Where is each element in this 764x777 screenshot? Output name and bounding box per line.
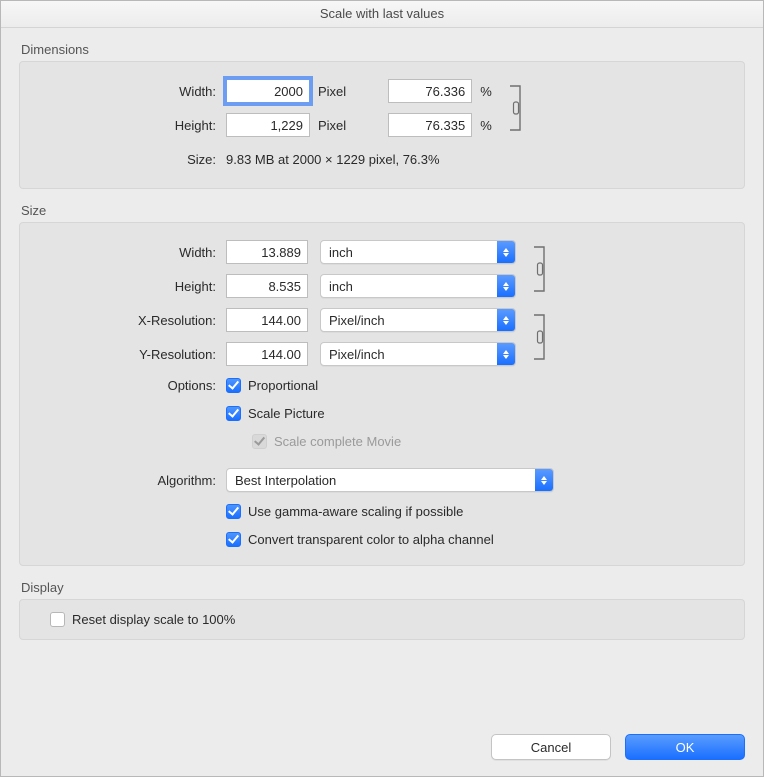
ok-button[interactable]: OK [625,734,745,760]
checkbox-reset-display[interactable] [50,612,65,627]
group-size: Size Width: inch Height: [19,203,745,566]
checkbox-scale-movie [252,434,267,449]
group-dimensions: Dimensions Width: Pixel % Height: [19,42,745,189]
input-xres[interactable] [226,308,308,332]
dialog-window: Scale with last values Dimensions Width:… [0,0,764,777]
label-alpha: Convert transparent color to alpha chann… [248,532,494,547]
input-height-pct[interactable] [388,113,472,137]
select-xres-unit-text: Pixel/inch [321,313,497,328]
text-size-info: 9.83 MB at 2000 × 1229 pixel, 76.3% [226,152,440,167]
window-title: Scale with last values [320,6,444,21]
button-bar: Cancel OK [1,720,763,776]
select-width-unit-text: inch [321,245,497,260]
label-size: Size: [36,152,226,167]
label-gamma: Use gamma-aware scaling if possible [248,504,463,519]
cancel-button-label: Cancel [531,740,571,755]
input-width-pct[interactable] [388,79,472,103]
label-yres: Y-Resolution: [36,347,226,362]
cancel-button[interactable]: Cancel [491,734,611,760]
label-algorithm: Algorithm: [36,473,226,488]
select-height-unit-text: inch [321,279,497,294]
checkbox-alpha[interactable] [226,532,241,547]
unit-pixel-height: Pixel [318,118,346,133]
input-width-size[interactable] [226,240,308,264]
label-scale-picture: Scale Picture [248,406,325,421]
unit-pct-width: % [480,84,492,99]
select-xres-unit[interactable]: Pixel/inch [320,308,516,332]
label-reset-display: Reset display scale to 100% [72,612,235,627]
select-width-unit[interactable]: inch [320,240,516,264]
titlebar: Scale with last values [1,1,763,28]
label-proportional: Proportional [248,378,318,393]
link-icon-size[interactable] [532,235,554,303]
label-xres: X-Resolution: [36,313,226,328]
input-width-px[interactable] [226,79,310,103]
select-algorithm[interactable]: Best Interpolation [226,468,554,492]
link-icon-resolution[interactable] [532,303,554,371]
stepper-arrows-icon [497,275,515,297]
stepper-arrows-icon [497,241,515,263]
checkbox-proportional[interactable] [226,378,241,393]
stepper-arrows-icon [497,343,515,365]
select-yres-unit[interactable]: Pixel/inch [320,342,516,366]
select-height-unit[interactable]: inch [320,274,516,298]
label-width-size: Width: [36,245,226,260]
group-label-dimensions: Dimensions [19,42,745,57]
select-algorithm-text: Best Interpolation [227,473,535,488]
label-height-px: Height: [36,118,226,133]
group-box-dimensions: Width: Pixel % Height: Pixel [19,61,745,189]
stepper-arrows-icon [535,469,553,491]
group-box-size: Width: inch Height: inch [19,222,745,566]
select-yres-unit-text: Pixel/inch [321,347,497,362]
unit-pixel-width: Pixel [318,84,346,99]
label-scale-movie: Scale complete Movie [274,434,401,449]
input-height-px[interactable] [226,113,310,137]
label-width-px: Width: [36,84,226,99]
input-yres[interactable] [226,342,308,366]
label-height-size: Height: [36,279,226,294]
checkbox-gamma[interactable] [226,504,241,519]
input-height-size[interactable] [226,274,308,298]
checkbox-scale-picture[interactable] [226,406,241,421]
group-label-display: Display [19,580,745,595]
content-area: Dimensions Width: Pixel % Height: [1,28,763,720]
group-box-display: Reset display scale to 100% [19,599,745,640]
ok-button-label: OK [676,740,695,755]
label-options: Options: [36,378,226,393]
link-icon-dimensions[interactable] [508,74,530,142]
group-display: Display Reset display scale to 100% [19,580,745,640]
unit-pct-height: % [480,118,492,133]
stepper-arrows-icon [497,309,515,331]
group-label-size: Size [19,203,745,218]
